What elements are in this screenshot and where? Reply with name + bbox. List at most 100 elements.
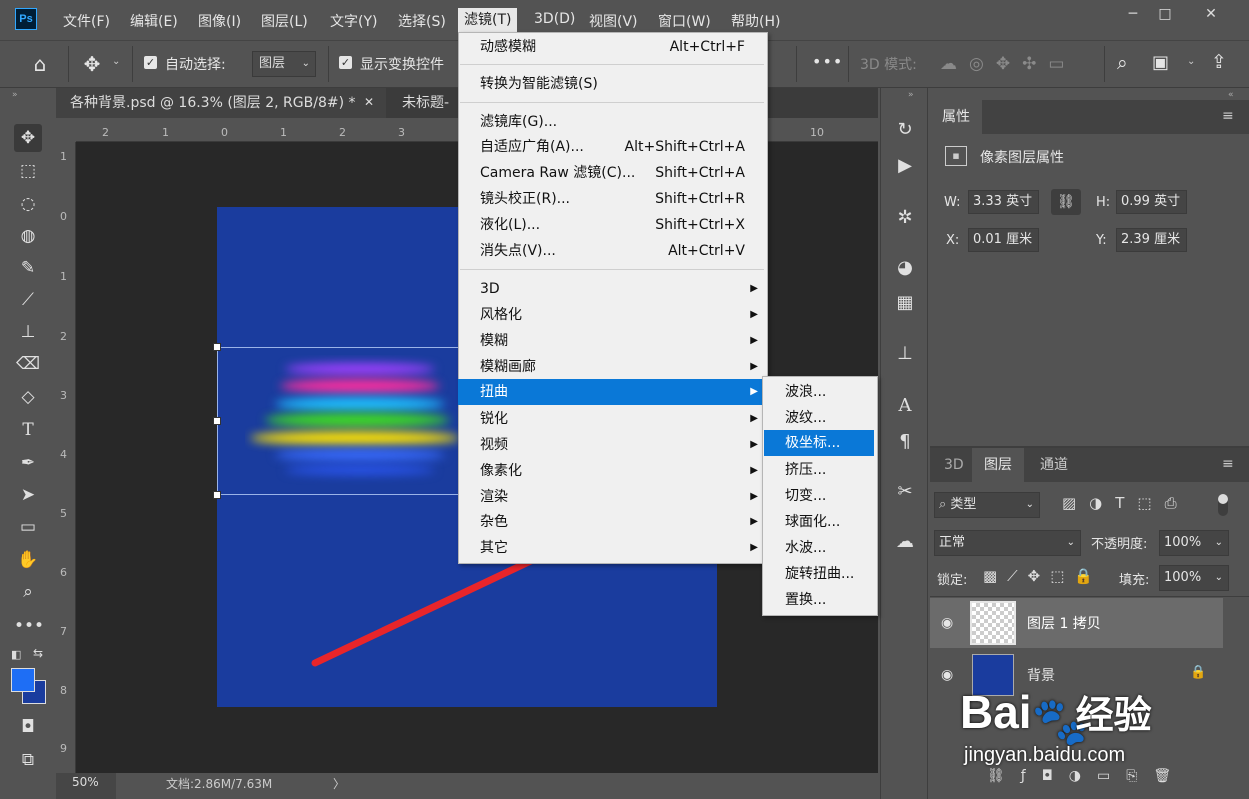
lasso-tool-icon[interactable]: ◌ <box>14 190 42 218</box>
menu-item-noise[interactable]: 杂色 ▶ <box>458 509 766 535</box>
share-icon[interactable]: ⇪ <box>1211 51 1227 73</box>
blend-mode-dropdown[interactable]: 正常 ⌄ <box>934 530 1081 556</box>
home-icon[interactable]: ⌂ <box>28 52 52 76</box>
menu-item-render[interactable]: 渲染 ▶ <box>458 484 766 510</box>
menu-type[interactable]: 文字(Y) <box>330 11 377 31</box>
menu-edit[interactable]: 编辑(E) <box>130 11 178 31</box>
menu-item-stylize[interactable]: 风格化 ▶ <box>458 302 766 328</box>
tab-layers[interactable]: 图层 <box>972 448 1024 482</box>
width-field[interactable]: 3.33 英寸 <box>968 190 1039 214</box>
type-tool-icon[interactable]: T <box>14 416 42 444</box>
tab-channels[interactable]: 通道 <box>1028 448 1080 482</box>
swatches-grid-icon[interactable]: ▦ <box>893 291 917 315</box>
submenu-item-zigzag[interactable]: 水波... <box>762 535 876 561</box>
pen-tool-icon[interactable]: ✒ <box>14 449 42 477</box>
clone-source-icon[interactable]: ⊥ <box>893 342 917 366</box>
status-arrow-icon[interactable]: 〉 <box>333 775 345 792</box>
height-field[interactable]: 0.99 英寸 <box>1116 190 1187 214</box>
maximize-button[interactable]: □ <box>1153 6 1177 24</box>
marquee-tool-icon[interactable]: ⬚ <box>14 157 42 185</box>
more-options-icon[interactable]: ••• <box>812 52 843 71</box>
collapse-icon[interactable]: » <box>12 90 18 100</box>
menu-item-lens-correction[interactable]: 镜头校正(R)... Shift+Ctrl+R <box>458 186 766 212</box>
fill-field[interactable]: 100% ⌄ <box>1159 565 1229 591</box>
menu-help[interactable]: 帮助(H) <box>731 11 780 31</box>
panel-menu-icon[interactable]: ≡ <box>1222 108 1234 124</box>
layer-name[interactable]: 图层 1 拷贝 <box>1027 613 1101 633</box>
tab-untitled[interactable]: 未标题- <box>392 88 459 118</box>
menu-item-distort[interactable]: 扭曲 ▶ <box>458 379 766 405</box>
menu-item-video[interactable]: 视频 ▶ <box>458 432 766 458</box>
lock-icons[interactable]: ▩⟋✥⬚🔒 <box>983 567 1103 585</box>
chevron-down-icon[interactable]: ⌄ <box>112 56 120 67</box>
menu-3d[interactable]: 3D(D) <box>534 11 575 27</box>
collapse-icon[interactable]: » <box>908 90 914 100</box>
layer-filter-icons[interactable]: ▨◑T⬚⎙ <box>1062 494 1190 512</box>
menu-layer[interactable]: 图层(L) <box>261 11 308 31</box>
paragraph-icon[interactable]: ¶ <box>893 430 917 454</box>
menu-image[interactable]: 图像(I) <box>198 11 241 31</box>
transform-handle[interactable] <box>213 343 221 351</box>
menu-item-convert-smart-filter[interactable]: 转换为智能滤镜(S) <box>458 71 766 97</box>
quick-select-tool-icon[interactable]: ◍ <box>14 222 42 250</box>
x-field[interactable]: 0.01 厘米 <box>968 228 1039 252</box>
default-colors-icon[interactable]: ◧ <box>11 648 21 661</box>
menu-item-blur-gallery[interactable]: 模糊画廊 ▶ <box>458 354 766 380</box>
eyedropper-tool-icon[interactable]: ✎ <box>14 254 42 282</box>
menu-item-blur[interactable]: 模糊 ▶ <box>458 328 766 354</box>
more-tools-icon[interactable]: ••• <box>14 612 44 640</box>
zoom-level[interactable]: 50% <box>72 775 99 789</box>
panel-menu-icon[interactable]: ≡ <box>1222 456 1234 472</box>
eraser-tool-icon[interactable]: ⌫ <box>14 350 42 378</box>
quick-mask-icon[interactable]: ◘ <box>14 713 42 741</box>
chevron-down-icon[interactable]: ⌄ <box>1187 56 1195 67</box>
rectangle-tool-icon[interactable]: ▭ <box>14 513 42 541</box>
menu-item-filter-gallery[interactable]: 滤镜库(G)... <box>458 109 766 135</box>
menu-item-3d[interactable]: 3D ▶ <box>458 276 766 302</box>
menu-select[interactable]: 选择(S) <box>398 11 446 31</box>
menu-file[interactable]: 文件(F) <box>63 11 110 31</box>
menu-item-other[interactable]: 其它 ▶ <box>458 535 766 561</box>
menu-view[interactable]: 视图(V) <box>589 11 638 31</box>
close-tab-icon[interactable]: ✕ <box>364 95 374 109</box>
menu-item-sharpen[interactable]: 锐化 ▶ <box>458 406 766 432</box>
tab-background-psd[interactable]: 各种背景.psd @ 16.3% (图层 2, RGB/8#) * <box>60 88 366 118</box>
navigator-icon[interactable]: ✲ <box>893 206 917 230</box>
close-window-button[interactable]: ✕ <box>1199 6 1223 24</box>
libraries-icon[interactable]: ☁ <box>893 530 917 554</box>
move-tool-icon[interactable]: ✥ <box>14 124 42 152</box>
submenu-item-displace[interactable]: 置换... <box>762 587 876 613</box>
screen-mode-icon[interactable]: ⧉ <box>14 746 42 774</box>
submenu-item-spherize[interactable]: 球面化... <box>762 509 876 535</box>
submenu-item-shear[interactable]: 切变... <box>762 483 876 509</box>
transform-handle[interactable] <box>213 491 221 499</box>
submenu-item-polar-coordinates[interactable]: 极坐标... <box>764 430 874 456</box>
path-select-icon[interactable]: ➤ <box>14 481 42 509</box>
stamp-tool-icon[interactable]: ⊥ <box>14 318 42 346</box>
menu-item-liquify[interactable]: 液化(L)... Shift+Ctrl+X <box>458 212 766 238</box>
show-transform-checkbox[interactable]: ✓ <box>339 56 352 69</box>
auto-select-dropdown[interactable]: 图层 ⌄ <box>252 51 316 77</box>
move-tool-icon[interactable]: ✥ <box>80 52 104 76</box>
menu-window[interactable]: 窗口(W) <box>658 11 711 31</box>
filter-toggle[interactable] <box>1218 494 1228 516</box>
y-field[interactable]: 2.39 厘米 <box>1116 228 1187 252</box>
tool-presets-icon[interactable]: ✂ <box>893 480 917 504</box>
submenu-item-twirl[interactable]: 旋转扭曲... <box>762 561 876 587</box>
menu-item-motion-blur[interactable]: 动感模糊 Alt+Ctrl+F <box>458 34 766 60</box>
link-dimensions-icon[interactable]: ⛓ <box>1051 189 1081 215</box>
menu-filter[interactable]: 滤镜(T) <box>458 8 518 32</box>
tab-3d[interactable]: 3D <box>932 448 976 482</box>
opacity-field[interactable]: 100% ⌄ <box>1159 530 1229 556</box>
character-icon[interactable]: A <box>893 394 917 418</box>
tab-properties[interactable]: 属性 <box>930 100 982 134</box>
actions-play-icon[interactable]: ▶ <box>893 154 917 178</box>
history-icon[interactable]: ↻ <box>893 118 917 142</box>
search-icon[interactable]: ⌕ <box>1117 52 1128 74</box>
auto-select-checkbox[interactable]: ✓ <box>144 56 157 69</box>
menu-item-vanishing-point[interactable]: 消失点(V)... Alt+Ctrl+V <box>458 238 766 264</box>
transform-handle[interactable] <box>213 417 221 425</box>
submenu-item-ripple[interactable]: 波纹... <box>762 405 876 431</box>
menu-item-adaptive-wide-angle[interactable]: 自适应广角(A)... Alt+Shift+Ctrl+A <box>458 134 766 160</box>
swap-colors-icon[interactable]: ⇆ <box>33 646 43 660</box>
